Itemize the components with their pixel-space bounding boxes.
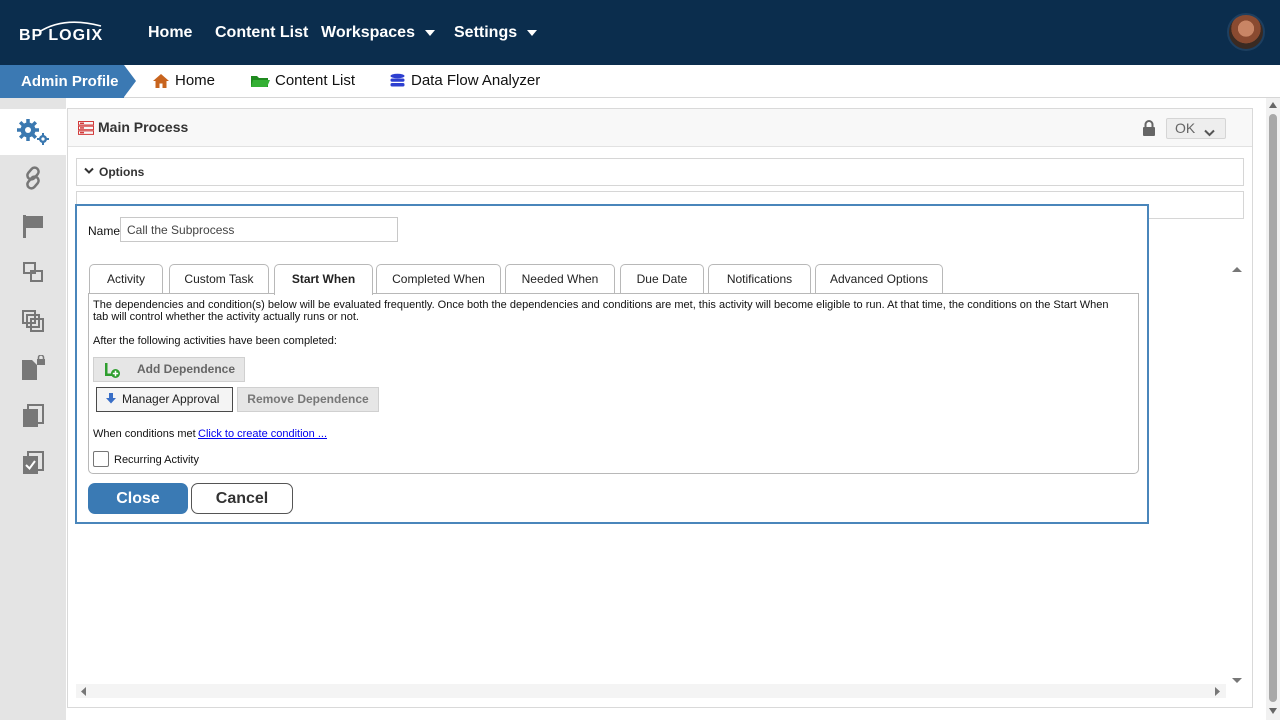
nav-content-list-label: Content List bbox=[215, 24, 309, 41]
create-condition-link[interactable]: Click to create condition ... bbox=[198, 428, 327, 440]
remove-dependence-label: Remove Dependence bbox=[247, 392, 369, 406]
copy-layers-icon bbox=[22, 310, 44, 332]
scroll-right-arrow-icon[interactable] bbox=[1214, 687, 1221, 696]
locked-document-icon bbox=[22, 355, 45, 380]
remove-dependence-button[interactable]: Remove Dependence bbox=[237, 387, 379, 412]
crumb-content-list-label: Content List bbox=[275, 72, 356, 89]
dependency-manager-approval[interactable]: Manager Approval bbox=[96, 387, 233, 412]
nav-settings-label: Settings bbox=[454, 24, 518, 41]
sidebar-item-subprocess[interactable] bbox=[0, 249, 66, 295]
recurring-activity-checkbox[interactable] bbox=[93, 451, 109, 467]
scroll-down-arrow-icon[interactable] bbox=[1269, 708, 1277, 714]
top-navigation-bar: BP LOGIX Home Content List Workspaces Se… bbox=[0, 0, 1280, 65]
tab-label: Needed When bbox=[521, 272, 599, 286]
tab-label: Advanced Options bbox=[829, 272, 929, 286]
logo-text: BP LOGIX bbox=[19, 27, 104, 44]
window-vertical-scrollbar[interactable] bbox=[1266, 98, 1280, 720]
admin-profile-crumb[interactable]: Admin Profile bbox=[0, 65, 124, 98]
horizontal-scrollbar[interactable] bbox=[76, 684, 1226, 698]
caret-down-icon bbox=[527, 30, 538, 36]
dependency-label: Manager Approval bbox=[122, 392, 220, 406]
home-icon bbox=[153, 73, 169, 88]
crumb-arrow-shape bbox=[124, 65, 136, 97]
options-section-header[interactable]: Options bbox=[76, 158, 1244, 186]
nav-workspaces[interactable]: Workspaces bbox=[321, 24, 435, 42]
activity-dialog: Name Activity Custom Task Start When Com… bbox=[75, 204, 1149, 524]
nav-home-label: Home bbox=[148, 24, 193, 41]
checklist-icon bbox=[23, 451, 44, 474]
sidebar-item-links[interactable] bbox=[0, 155, 66, 201]
tab-needed-when[interactable]: Needed When bbox=[505, 264, 615, 294]
chevron-down-icon bbox=[1204, 123, 1215, 142]
nav-content-list[interactable]: Content List bbox=[215, 24, 308, 42]
crumb-data-flow-analyzer-label: Data Flow Analyzer bbox=[411, 72, 541, 89]
scrollbar-thumb[interactable] bbox=[1269, 114, 1277, 702]
conditions-label: When conditions met bbox=[93, 428, 196, 440]
left-toolbar bbox=[0, 98, 66, 720]
arrow-down-icon bbox=[106, 393, 116, 404]
start-when-tab-panel: The dependencies and condition(s) below … bbox=[88, 293, 1139, 474]
user-avatar[interactable] bbox=[1227, 13, 1265, 51]
tab-label: Custom Task bbox=[184, 272, 254, 286]
crumb-home-label: Home bbox=[175, 72, 216, 89]
tab-label: Due Date bbox=[636, 272, 688, 286]
ok-label: OK bbox=[1175, 120, 1196, 136]
close-button[interactable]: Close bbox=[88, 483, 188, 514]
gears-icon bbox=[17, 119, 49, 145]
sidebar-item-secure-docs[interactable] bbox=[0, 345, 66, 391]
add-dependency-icon bbox=[105, 363, 120, 378]
options-label: Options bbox=[99, 165, 145, 179]
bp-logix-logo[interactable]: BP LOGIX bbox=[19, 20, 109, 50]
sidebar-item-settings[interactable] bbox=[0, 109, 66, 155]
tab-label: Activity bbox=[106, 272, 145, 286]
page-title: Main Process bbox=[98, 119, 189, 135]
nav-home[interactable]: Home bbox=[148, 24, 192, 42]
tab-notifications[interactable]: Notifications bbox=[708, 264, 811, 294]
nav-workspaces-label: Workspaces bbox=[321, 24, 415, 41]
tab-custom-task[interactable]: Custom Task bbox=[169, 264, 269, 294]
sidebar-item-flags[interactable] bbox=[0, 203, 66, 249]
breadcrumb-bar: Admin Profile Home Content List Data Flo… bbox=[0, 65, 1280, 98]
activity-name-input[interactable] bbox=[120, 217, 398, 242]
name-label: Name bbox=[88, 224, 121, 238]
crumb-content-list[interactable]: Content List bbox=[250, 72, 355, 89]
lock-icon[interactable] bbox=[1142, 120, 1156, 136]
sidebar-item-documents[interactable] bbox=[0, 393, 66, 439]
tab-activity[interactable]: Activity bbox=[89, 264, 163, 294]
caret-down-icon bbox=[424, 30, 435, 36]
scroll-up-arrow-icon[interactable] bbox=[1232, 266, 1242, 273]
tab-label: Start When bbox=[291, 272, 356, 286]
crumb-data-flow-analyzer[interactable]: Data Flow Analyzer bbox=[389, 72, 540, 89]
database-icon bbox=[390, 73, 405, 86]
scroll-up-arrow-icon[interactable] bbox=[1269, 102, 1277, 108]
recurring-activity-label: Recurring Activity bbox=[114, 454, 199, 466]
add-dependence-button[interactable]: Add Dependence bbox=[93, 357, 245, 382]
subprocess-icon bbox=[23, 262, 43, 282]
folder-icon bbox=[251, 75, 270, 87]
scroll-left-arrow-icon[interactable] bbox=[80, 687, 87, 696]
sidebar-item-tasks[interactable] bbox=[0, 440, 66, 486]
sidebar-item-copy[interactable] bbox=[0, 298, 66, 344]
link-icon bbox=[26, 166, 40, 190]
process-list-icon bbox=[78, 121, 94, 135]
crumb-home[interactable]: Home bbox=[152, 72, 215, 89]
tab-start-when[interactable]: Start When bbox=[274, 264, 373, 295]
cancel-button[interactable]: Cancel bbox=[191, 483, 293, 514]
chevron-down-icon bbox=[84, 167, 94, 174]
tab-completed-when[interactable]: Completed When bbox=[376, 264, 501, 294]
flag-icon bbox=[23, 215, 43, 238]
after-activities-label: After the following activities have been… bbox=[93, 335, 337, 347]
tab-label: Notifications bbox=[726, 272, 793, 286]
documents-icon bbox=[23, 404, 44, 427]
tab-due-date[interactable]: Due Date bbox=[620, 264, 704, 294]
panel-header: Main Process OK bbox=[68, 109, 1252, 147]
add-dependence-label: Add Dependence bbox=[137, 362, 236, 376]
start-when-description: The dependencies and condition(s) below … bbox=[93, 299, 1109, 323]
ok-dropdown-button[interactable]: OK bbox=[1166, 118, 1226, 139]
nav-settings[interactable]: Settings bbox=[454, 24, 538, 42]
tab-label: Completed When bbox=[392, 272, 485, 286]
tab-advanced-options[interactable]: Advanced Options bbox=[815, 264, 943, 294]
scroll-down-arrow-icon[interactable] bbox=[1232, 677, 1242, 684]
